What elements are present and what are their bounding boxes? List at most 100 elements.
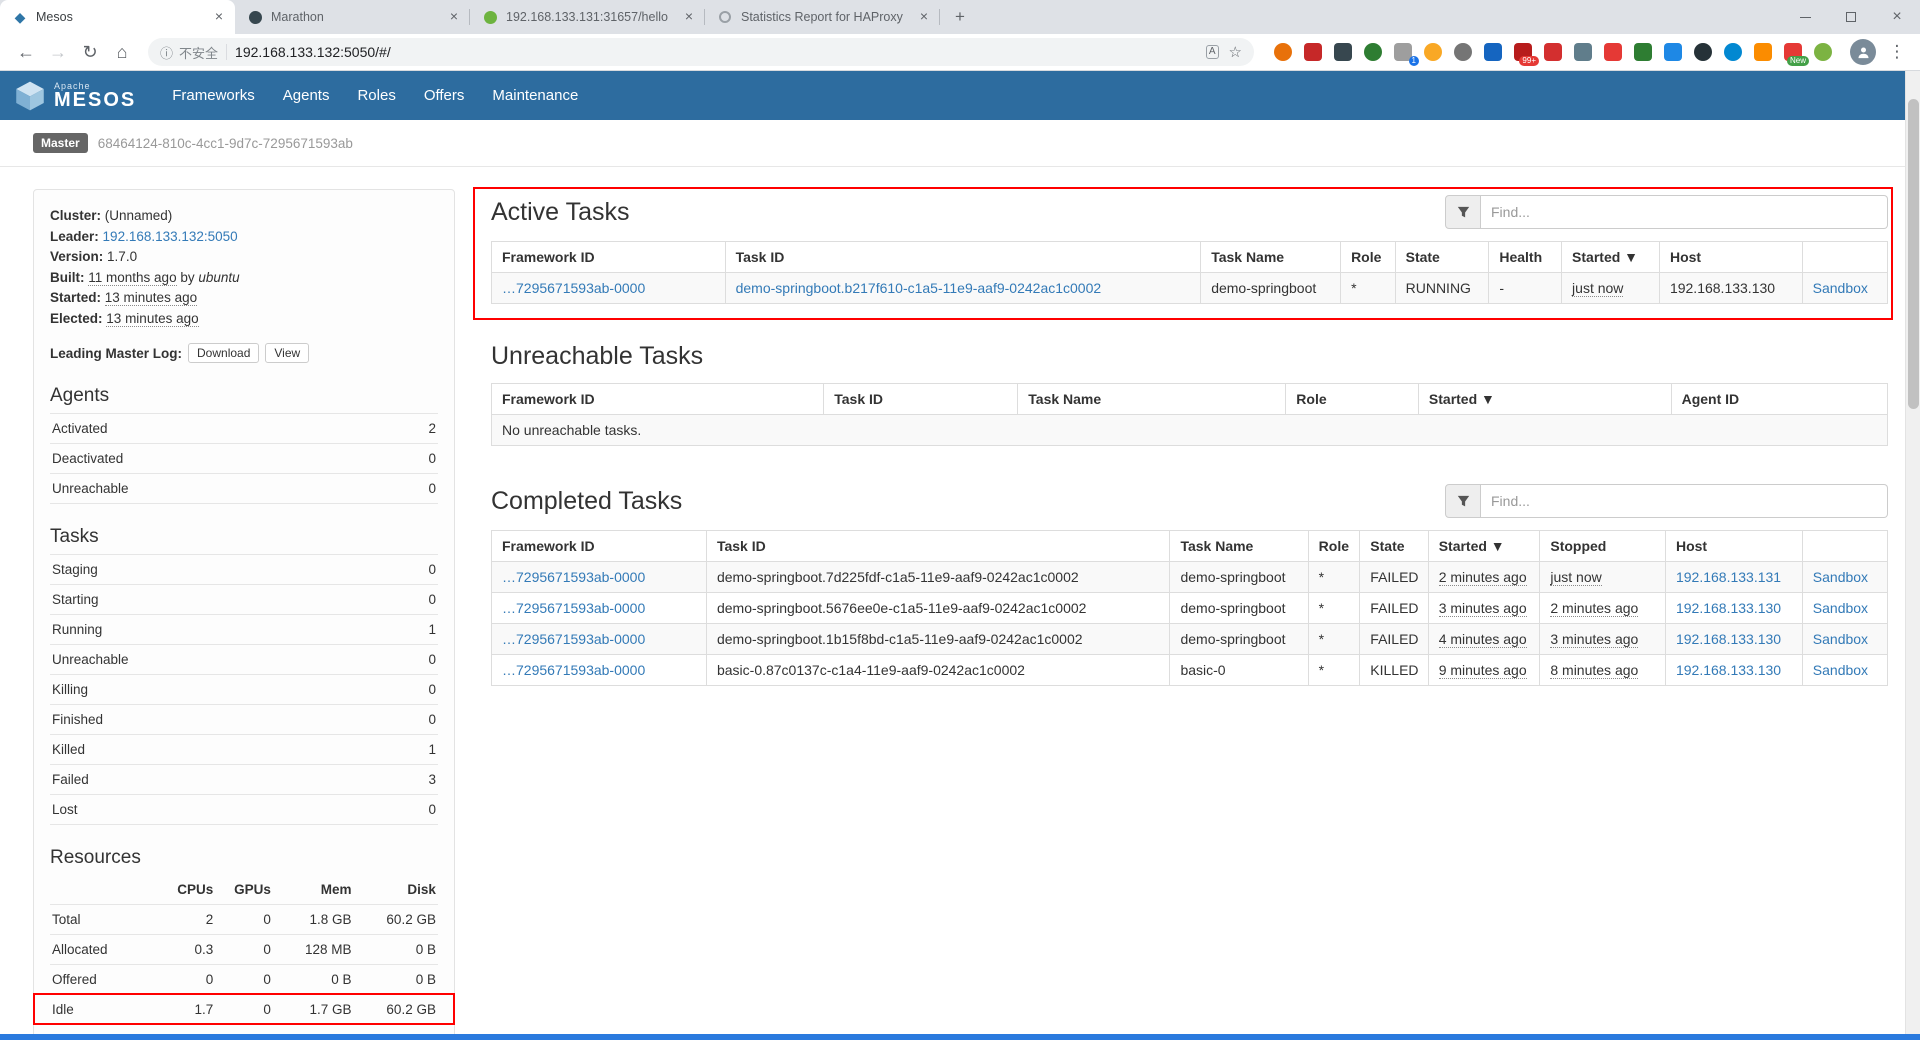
- col-task-name[interactable]: Task Name: [1018, 384, 1286, 415]
- forward-button[interactable]: →: [42, 37, 74, 67]
- tab-marathon[interactable]: Marathon ×: [235, 0, 470, 34]
- extension-icon[interactable]: [1724, 43, 1742, 61]
- extension-icon[interactable]: [1304, 43, 1322, 61]
- tab-spring-hello[interactable]: 192.168.133.131:31657/hello ×: [470, 0, 705, 34]
- home-button[interactable]: ⌂: [106, 37, 138, 67]
- framework-id-link[interactable]: …7295671593ab-0000: [502, 569, 645, 585]
- extension-icon[interactable]: [1604, 43, 1622, 61]
- tasks-row: Lost0: [50, 794, 438, 824]
- url-text[interactable]: 192.168.133.132:5050/#/: [235, 44, 1198, 60]
- nav-frameworks[interactable]: Frameworks: [158, 71, 269, 120]
- host-link[interactable]: 192.168.133.131: [1676, 569, 1781, 585]
- host: 192.168.133.130: [1670, 280, 1775, 296]
- extension-icon[interactable]: 99+: [1514, 43, 1532, 61]
- tab-close-icon[interactable]: ×: [446, 9, 462, 25]
- active-tasks-section: Active Tasks Framework ID Task ID Task N…: [491, 195, 1888, 304]
- extension-icon[interactable]: [1424, 43, 1442, 61]
- col-task-name[interactable]: Task Name: [1170, 531, 1308, 562]
- back-button[interactable]: ←: [10, 37, 42, 67]
- reload-button[interactable]: ↻: [74, 37, 106, 67]
- col-role[interactable]: Role: [1286, 384, 1419, 415]
- translate-icon[interactable]: A: [1206, 45, 1219, 59]
- col-task-id[interactable]: Task ID: [706, 531, 1169, 562]
- nav-offers[interactable]: Offers: [410, 71, 479, 120]
- tab-haproxy-stats[interactable]: Statistics Report for HAProxy ×: [705, 0, 940, 34]
- tab-close-icon[interactable]: ×: [916, 9, 932, 25]
- log-download-button[interactable]: Download: [188, 343, 259, 363]
- bookmark-star-icon[interactable]: ☆: [1229, 43, 1242, 61]
- col-framework-id[interactable]: Framework ID: [492, 384, 824, 415]
- col-started[interactable]: Started ▼: [1418, 384, 1671, 415]
- col-framework-id[interactable]: Framework ID: [492, 242, 726, 273]
- col-host[interactable]: Host: [1659, 242, 1802, 273]
- profile-avatar[interactable]: [1850, 39, 1876, 65]
- sandbox-link[interactable]: Sandbox: [1813, 569, 1868, 585]
- extension-icon[interactable]: [1274, 43, 1292, 61]
- framework-id-link[interactable]: …7295671593ab-0000: [502, 280, 645, 296]
- col-state[interactable]: State: [1395, 242, 1489, 273]
- row-label: Unreachable: [52, 651, 129, 668]
- host-link[interactable]: 192.168.133.130: [1676, 600, 1781, 616]
- extension-icon[interactable]: [1484, 43, 1502, 61]
- sandbox-link[interactable]: Sandbox: [1813, 600, 1868, 616]
- col-framework-id[interactable]: Framework ID: [492, 531, 707, 562]
- host-link[interactable]: 192.168.133.130: [1676, 662, 1781, 678]
- extension-icon[interactable]: New: [1784, 43, 1802, 61]
- extension-icon[interactable]: [1334, 43, 1352, 61]
- col-host[interactable]: Host: [1665, 531, 1802, 562]
- new-tab-button[interactable]: +: [946, 3, 974, 31]
- close-window-button[interactable]: ×: [1874, 0, 1920, 34]
- col-role[interactable]: Role: [1341, 242, 1396, 273]
- extension-icon[interactable]: [1364, 43, 1382, 61]
- col-started[interactable]: Started ▼: [1562, 242, 1660, 273]
- nav-maintenance[interactable]: Maintenance: [478, 71, 592, 120]
- tab-close-icon[interactable]: ×: [211, 9, 227, 25]
- tab-mesos[interactable]: ◆ Mesos ×: [0, 0, 235, 34]
- host-link[interactable]: 192.168.133.130: [1676, 631, 1781, 647]
- sandbox-link[interactable]: Sandbox: [1813, 631, 1868, 647]
- col-task-name[interactable]: Task Name: [1201, 242, 1341, 273]
- col-task-id[interactable]: Task ID: [725, 242, 1201, 273]
- completed-find-input[interactable]: [1481, 484, 1888, 518]
- browser-menu-icon[interactable]: ⋮: [1884, 42, 1910, 62]
- sandbox-link[interactable]: Sandbox: [1813, 662, 1868, 678]
- framework-id-link[interactable]: …7295671593ab-0000: [502, 600, 645, 616]
- extension-icon[interactable]: 1: [1394, 43, 1412, 61]
- master-badge: Master: [33, 133, 88, 153]
- completed-filter-button[interactable]: [1445, 484, 1481, 518]
- col-started[interactable]: Started ▼: [1428, 531, 1540, 562]
- active-filter-button[interactable]: [1445, 195, 1481, 229]
- col-health[interactable]: Health: [1489, 242, 1562, 273]
- extension-icon[interactable]: [1664, 43, 1682, 61]
- framework-id-link[interactable]: …7295671593ab-0000: [502, 631, 645, 647]
- extension-icon[interactable]: [1544, 43, 1562, 61]
- scrollbar-thumb[interactable]: [1908, 99, 1919, 409]
- address-bar[interactable]: ⓘ 不安全 192.168.133.132:5050/#/ A ☆: [148, 38, 1254, 66]
- col-agent-id[interactable]: Agent ID: [1671, 384, 1887, 415]
- minimize-button[interactable]: [1782, 0, 1828, 34]
- leader-link[interactable]: 192.168.133.132:5050: [103, 229, 238, 244]
- extension-icon[interactable]: [1694, 43, 1712, 61]
- active-find-input[interactable]: [1481, 195, 1888, 229]
- col-state[interactable]: State: [1360, 531, 1428, 562]
- sandbox-link[interactable]: Sandbox: [1813, 280, 1868, 296]
- extension-icon[interactable]: [1754, 43, 1772, 61]
- extension-icon[interactable]: [1814, 43, 1832, 61]
- nav-agents[interactable]: Agents: [269, 71, 344, 120]
- nav-roles[interactable]: Roles: [343, 71, 409, 120]
- mesos-logo[interactable]: Apache MESOS: [14, 80, 136, 112]
- col-stopped[interactable]: Stopped: [1540, 531, 1666, 562]
- col-task-id[interactable]: Task ID: [824, 384, 1018, 415]
- omnibox-divider: [226, 44, 227, 60]
- col-role[interactable]: Role: [1308, 531, 1360, 562]
- site-security[interactable]: ⓘ 不安全: [160, 43, 218, 62]
- extension-icon[interactable]: [1634, 43, 1652, 61]
- page-scrollbar[interactable]: [1905, 71, 1920, 1034]
- tab-close-icon[interactable]: ×: [681, 9, 697, 25]
- maximize-button[interactable]: [1828, 0, 1874, 34]
- extension-icon[interactable]: [1574, 43, 1592, 61]
- extension-icon[interactable]: [1454, 43, 1472, 61]
- framework-id-link[interactable]: …7295671593ab-0000: [502, 662, 645, 678]
- log-view-button[interactable]: View: [265, 343, 309, 363]
- task-id-link[interactable]: demo-springboot.b217f610-c1a5-11e9-aaf9-…: [736, 280, 1102, 296]
